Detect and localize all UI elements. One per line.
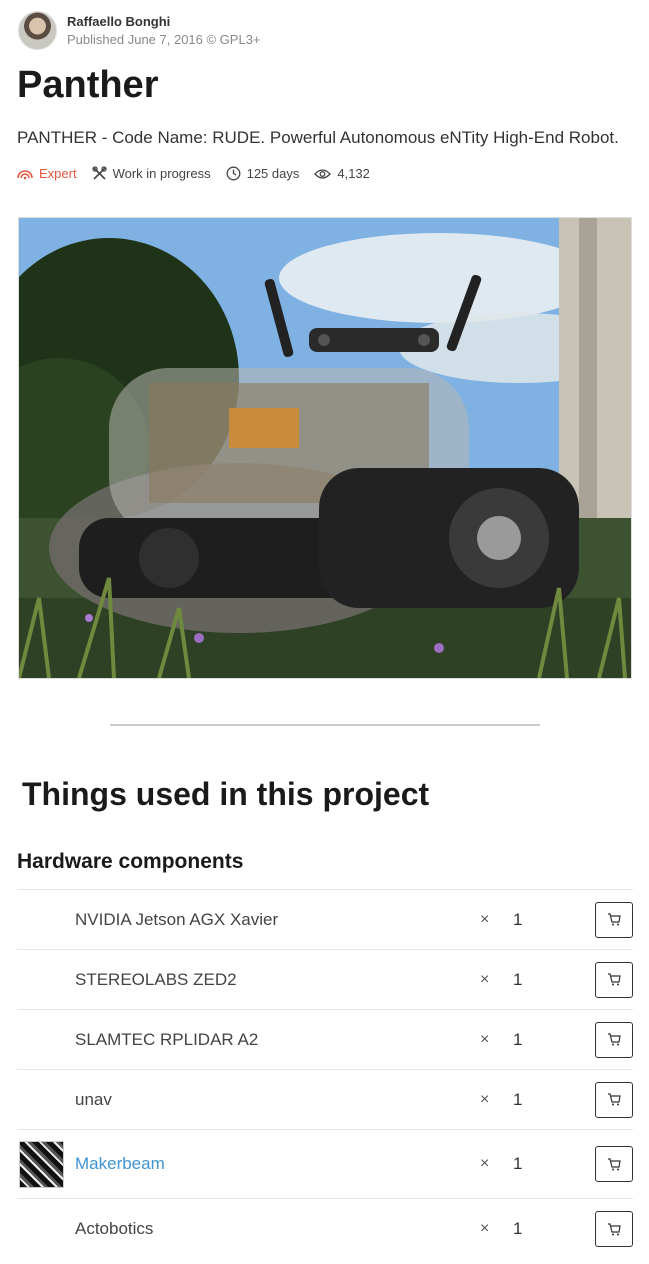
clock-icon bbox=[226, 166, 241, 181]
times-symbol: × bbox=[480, 1030, 490, 1048]
buy-button[interactable] bbox=[595, 1021, 633, 1058]
cart-icon bbox=[608, 1157, 621, 1170]
section-divider bbox=[110, 724, 540, 726]
component-quantity: 1 bbox=[513, 969, 523, 989]
component-row: Actobotics × 1 bbox=[17, 1198, 633, 1259]
published-info: Published June 7, 2016 © GPL3+ bbox=[67, 31, 261, 47]
project-hero-image[interactable] bbox=[18, 217, 632, 679]
cart-icon bbox=[608, 1033, 621, 1046]
buy-button[interactable] bbox=[595, 1146, 633, 1182]
things-used-heading: Things used in this project bbox=[22, 776, 430, 812]
buy-button[interactable] bbox=[595, 901, 633, 938]
duration-label: 125 days bbox=[246, 166, 300, 181]
project-title: Panther bbox=[17, 64, 159, 106]
component-row: unav × 1 bbox=[17, 1069, 633, 1129]
project-subtitle: PANTHER - Code Name: RUDE. Powerful Auto… bbox=[17, 128, 619, 147]
component-quantity: 1 bbox=[513, 909, 523, 929]
difficulty-icon bbox=[17, 169, 33, 179]
hardware-heading: Hardware components bbox=[17, 850, 244, 873]
views-stat: 4,132 bbox=[314, 166, 370, 181]
author-name[interactable]: Raffaello Bonghi bbox=[67, 13, 261, 31]
buy-button[interactable] bbox=[595, 1211, 633, 1247]
component-quantity: 1 bbox=[513, 1154, 523, 1173]
buy-button[interactable] bbox=[595, 961, 633, 998]
component-link[interactable]: Makerbeam bbox=[75, 1154, 165, 1174]
component-quantity: 1 bbox=[513, 1029, 523, 1049]
cart-icon bbox=[608, 973, 621, 986]
component-quantity: 1 bbox=[513, 1219, 523, 1238]
component-row: SLAMTEC RPLIDAR A2 × 1 bbox=[17, 1009, 633, 1069]
cart-icon bbox=[608, 913, 621, 926]
eye-icon bbox=[314, 168, 332, 179]
component-name: STEREOLABS ZED2 bbox=[75, 969, 237, 989]
robot-photo bbox=[19, 218, 631, 678]
buy-button[interactable] bbox=[595, 1081, 633, 1118]
hardware-components-list: NVIDIA Jetson AGX Xavier × 1 STEREOLABS … bbox=[17, 889, 633, 1259]
cart-icon bbox=[608, 1222, 621, 1235]
views-label: 4,132 bbox=[337, 166, 370, 181]
component-name: unav bbox=[75, 1089, 112, 1109]
duration-stat: 125 days bbox=[226, 166, 300, 181]
difficulty-stat: Expert bbox=[17, 166, 77, 181]
status-label: Work in progress bbox=[112, 166, 211, 181]
component-row: NVIDIA Jetson AGX Xavier × 1 bbox=[17, 889, 633, 949]
component-row: STEREOLABS ZED2 × 1 bbox=[17, 949, 633, 1009]
difficulty-label: Expert bbox=[39, 166, 77, 181]
component-quantity: 1 bbox=[513, 1089, 523, 1109]
times-symbol: × bbox=[480, 910, 490, 928]
component-name: SLAMTEC RPLIDAR A2 bbox=[75, 1029, 259, 1049]
component-row: Makerbeam × 1 bbox=[17, 1129, 633, 1198]
times-symbol: × bbox=[480, 1220, 490, 1237]
component-name: NVIDIA Jetson AGX Xavier bbox=[75, 909, 279, 929]
times-symbol: × bbox=[480, 970, 490, 988]
author-block: Raffaello Bonghi Published June 7, 2016 … bbox=[18, 11, 261, 50]
status-stat: Work in progress bbox=[91, 166, 211, 181]
times-symbol: × bbox=[480, 1155, 490, 1172]
times-symbol: × bbox=[480, 1090, 490, 1108]
cart-icon bbox=[608, 1093, 621, 1106]
tools-icon bbox=[91, 166, 107, 180]
project-stats: Expert Work in progress 125 days 4,132 bbox=[17, 166, 385, 181]
component-thumbnail[interactable] bbox=[19, 1140, 64, 1188]
component-name: Actobotics bbox=[75, 1219, 154, 1238]
author-avatar[interactable] bbox=[18, 11, 57, 50]
